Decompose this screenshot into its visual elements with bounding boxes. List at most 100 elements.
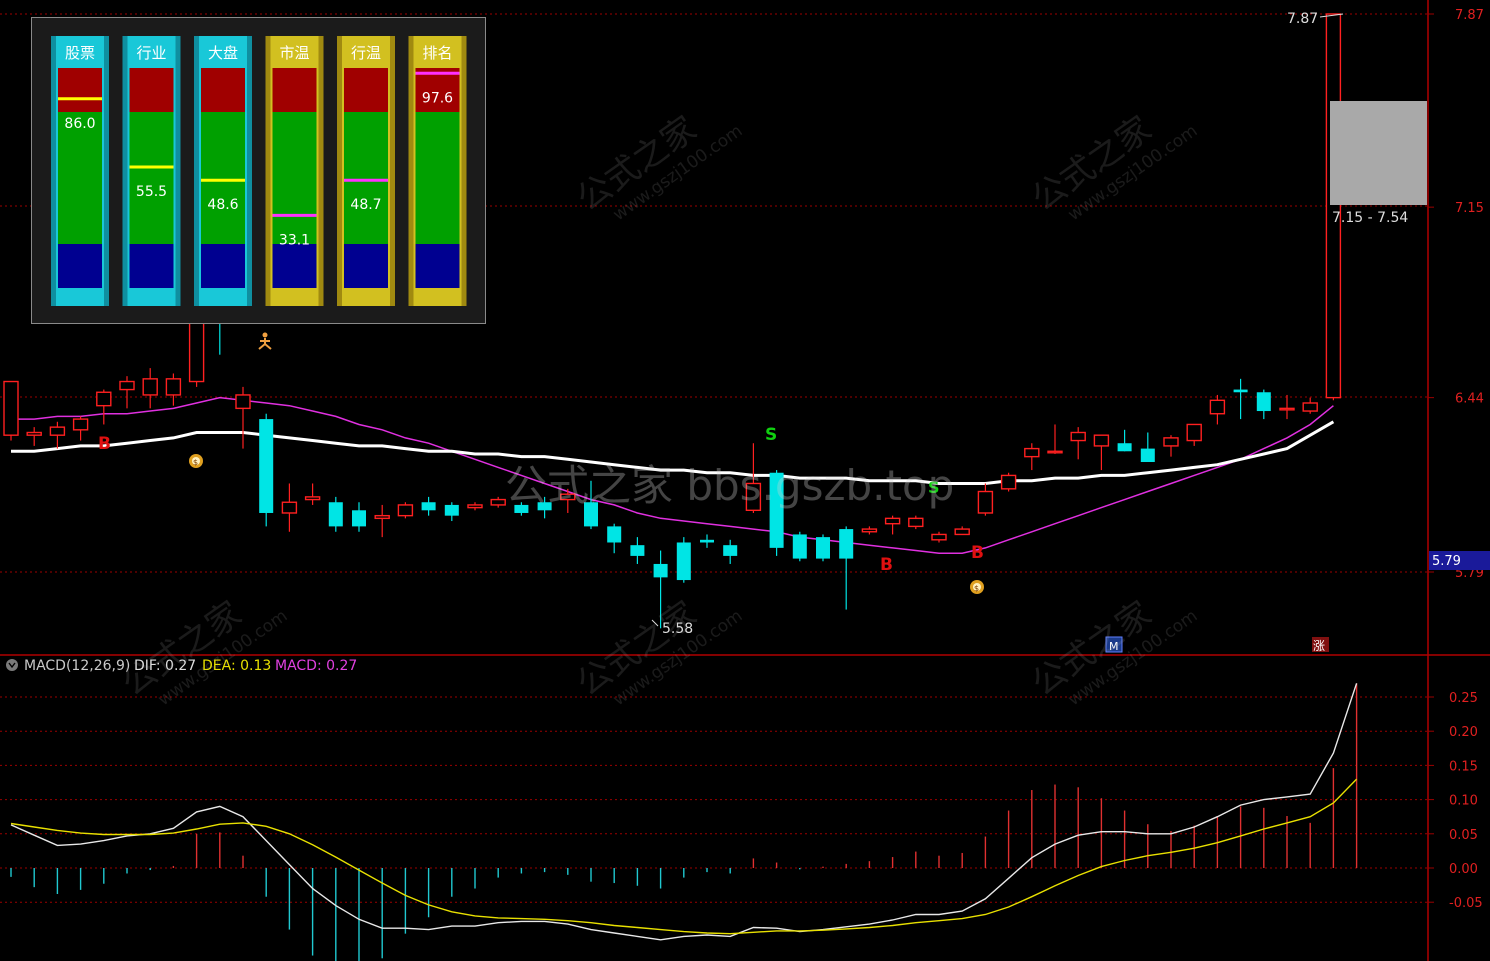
candle-body: [977, 490, 994, 514]
m-marker-icon: M: [1105, 636, 1123, 653]
candle: [1047, 424, 1063, 454]
macd-histogram: [10, 683, 1358, 961]
candle-body: [676, 542, 691, 581]
candle: [1209, 394, 1226, 425]
gauge-5: 行温 48.7: [337, 36, 395, 306]
candle: [653, 550, 668, 629]
candle: [1117, 429, 1132, 452]
dea-line: [10, 778, 1358, 935]
candle: [1256, 389, 1271, 420]
candle-body: [653, 563, 668, 578]
money-bag-icon: $: [970, 580, 984, 594]
candle-body: [884, 517, 901, 525]
gauge-zone-high: [272, 68, 317, 112]
gauge-zone-mid: [344, 112, 388, 244]
candle-body: [630, 545, 645, 556]
macd-tick-label: 0.20: [1449, 725, 1478, 740]
candle-body: [1256, 392, 1271, 412]
range-label: 7.15 - 7.54: [1332, 210, 1408, 226]
macd-value: MACD: 0.27: [275, 658, 357, 674]
candle: [931, 531, 947, 543]
candle-body: [1279, 407, 1295, 411]
candle: [630, 537, 645, 564]
gauge-zone-high: [201, 68, 245, 112]
candle: [490, 496, 506, 508]
gauge-frame-edge: [337, 36, 342, 306]
candle: [1000, 472, 1017, 492]
gauge-frame-edge: [318, 36, 324, 306]
candle: [954, 526, 970, 536]
current-price-label: 5.79: [1432, 554, 1461, 569]
gauge-frame-edge: [247, 36, 252, 306]
candle-body: [374, 514, 390, 520]
gauge-2: 行业 55.5: [122, 36, 181, 306]
candle-body: [1302, 402, 1318, 412]
candle-body: [1024, 447, 1040, 458]
candle-body: [421, 502, 436, 511]
candle: [1070, 427, 1086, 460]
gauge-zone-low: [415, 244, 460, 288]
candle-body: [1070, 431, 1086, 442]
gauge-frame-edge: [104, 36, 109, 306]
candle: [49, 421, 66, 449]
candle-body: [931, 533, 947, 541]
candle: [676, 537, 691, 583]
candle-body: [816, 537, 830, 559]
candle: [119, 376, 135, 409]
gauge-label: 股票: [65, 44, 95, 62]
candle-body: [1140, 448, 1155, 463]
macd-tick-label: 0.05: [1449, 828, 1478, 843]
gauge-zone-low: [201, 244, 245, 288]
gauge-label: 行温: [351, 44, 381, 62]
svg-text:涨: 涨: [1313, 638, 1325, 653]
macd-tick-label: 0.15: [1449, 759, 1478, 774]
candle-body: [72, 418, 89, 431]
candle-body: [235, 394, 251, 410]
macd-name[interactable]: MACD(12,26,9): [24, 658, 130, 674]
candle-body: [1209, 399, 1226, 415]
macd-tick-label: 0.00: [1449, 862, 1478, 877]
candle: [607, 523, 622, 554]
gauge-label: 行业: [136, 44, 166, 62]
candle: [352, 502, 366, 532]
candle: [304, 483, 321, 505]
gauge-value: 97.6: [422, 90, 453, 106]
price-tick-label: 7.87: [1455, 8, 1484, 23]
gauge-6: 排名 97.6: [408, 36, 467, 306]
candle: [374, 504, 390, 538]
range-box: [1330, 101, 1427, 205]
gauge-value: 48.6: [207, 197, 238, 213]
candle-body: [954, 528, 970, 536]
candle-body: [839, 529, 854, 559]
candle: [26, 427, 42, 446]
candle: [235, 386, 251, 449]
money-bag-icon: $: [189, 454, 203, 468]
gauge-zone-low: [58, 244, 102, 288]
candle: [1093, 434, 1110, 471]
center-watermark: 公式之家 bbs.gszb.top: [505, 461, 955, 510]
person-icon: [258, 332, 272, 350]
gauge-bars: 股票 86.0 行业 55.5 大盘 48.6 市温 33.1 行温 48.7 排名 97.6: [51, 36, 467, 306]
indicator-toggle-icon[interactable]: [6, 659, 18, 671]
candle: [96, 389, 112, 425]
candle-body: [281, 501, 298, 514]
candle: [861, 526, 878, 535]
candle-body: [444, 504, 459, 516]
gauge-value: 86.0: [64, 116, 95, 132]
candle: [328, 496, 343, 532]
candle-body: [700, 539, 714, 543]
candle-body: [1047, 450, 1063, 454]
dif-line: [10, 683, 1358, 941]
candle: [397, 502, 414, 519]
dea-value: DEA: 0.13: [202, 658, 271, 674]
low-arrow: [651, 619, 659, 627]
candle-body: [119, 380, 135, 391]
gauge-label: 市温: [279, 44, 309, 62]
low-label: 5.58: [662, 621, 693, 637]
gauge-zone-high: [129, 68, 174, 112]
candle-body: [908, 517, 924, 528]
gauge-zone-mid: [201, 112, 245, 244]
candle-body: [96, 391, 112, 407]
candle: [700, 534, 714, 548]
candle: [977, 483, 994, 516]
